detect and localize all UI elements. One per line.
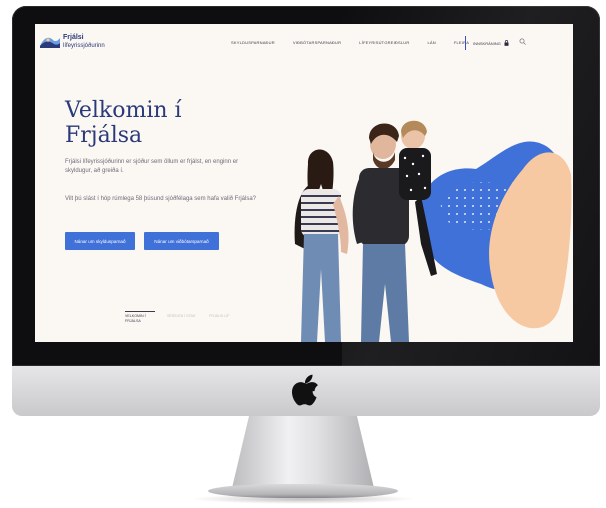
- skyldusparnadur-button[interactable]: Nánar um skyldusparnað: [65, 232, 135, 250]
- hero-title-line2: Frjálsa: [65, 123, 143, 148]
- hero-title-line1: Velkomin í: [65, 98, 182, 123]
- search-icon[interactable]: [519, 38, 526, 45]
- slider-tab-frjalsi-lif[interactable]: FRJÁLSI LÍF: [209, 314, 239, 324]
- slider-tab-velkomin[interactable]: VELKOMIN Í FRJÁLSA: [125, 314, 155, 324]
- hero-family-illustration: [294, 120, 572, 342]
- login-label: INNSKRÁNING: [473, 40, 501, 46]
- hero-title: Velkomin í Frjálsa: [65, 98, 265, 148]
- login-link[interactable]: INNSKRÁNING: [473, 40, 509, 46]
- logo-title: Frjálsi: [63, 34, 84, 41]
- logo-wave-icon[interactable]: [39, 34, 61, 50]
- menu-item-skyldusparnadur[interactable]: SKYLDUSPARNAÐUR: [231, 40, 275, 45]
- vidbotarsparnadur-button[interactable]: Nánar um viðbótarsparnað: [144, 232, 219, 250]
- slider-active-indicator: [125, 311, 155, 312]
- screen: Frjálsi lífeyrissjóðurinn SKYLDUSPARNAÐU…: [35, 24, 573, 342]
- nav-divider: [465, 36, 466, 50]
- menu-item-fleira[interactable]: FLEIRA: [454, 40, 469, 45]
- menu-item-lifeyrisutgreidslur[interactable]: LÍFEYRISÚTGREIÐSLUR: [359, 40, 409, 45]
- floor-shadow: [190, 494, 416, 504]
- slider-tabs: VELKOMIN Í FRJÁLSA SÉREIGN Í STAÐ FRJÁLS…: [125, 314, 239, 324]
- hero-paragraph-1: Frjálsi lífeyrissjóðurinn er sjóður sem …: [65, 159, 239, 174]
- main-menu: SKYLDUSPARNAÐUR VIÐBÓTARSPARNAÐUR LÍFEYR…: [231, 40, 469, 45]
- menu-item-vidbotarsparnadur[interactable]: VIÐBÓTARSPARNAÐUR: [293, 40, 341, 45]
- logo[interactable]: Frjálsi lífeyrissjóðurinn: [63, 34, 105, 50]
- header-nav: Frjálsi lífeyrissjóðurinn SKYLDUSPARNAÐU…: [35, 24, 573, 64]
- apple-logo-icon: [292, 374, 318, 406]
- logo-subtitle: lífeyrissjóðurinn: [63, 43, 105, 49]
- lock-icon: [504, 40, 509, 46]
- slider-tab-sereign[interactable]: SÉREIGN Í STAÐ: [167, 314, 197, 324]
- menu-item-lan[interactable]: LÁN: [427, 40, 435, 45]
- monitor-stand: [232, 416, 374, 488]
- hero-paragraph-2: Vilt þú slást í hóp rúmlega 58 þúsund sj…: [65, 196, 257, 202]
- imac-mockup: Frjálsi lífeyrissjóðurinn SKYLDUSPARNAÐU…: [0, 0, 606, 508]
- woman-figure: [294, 149, 349, 342]
